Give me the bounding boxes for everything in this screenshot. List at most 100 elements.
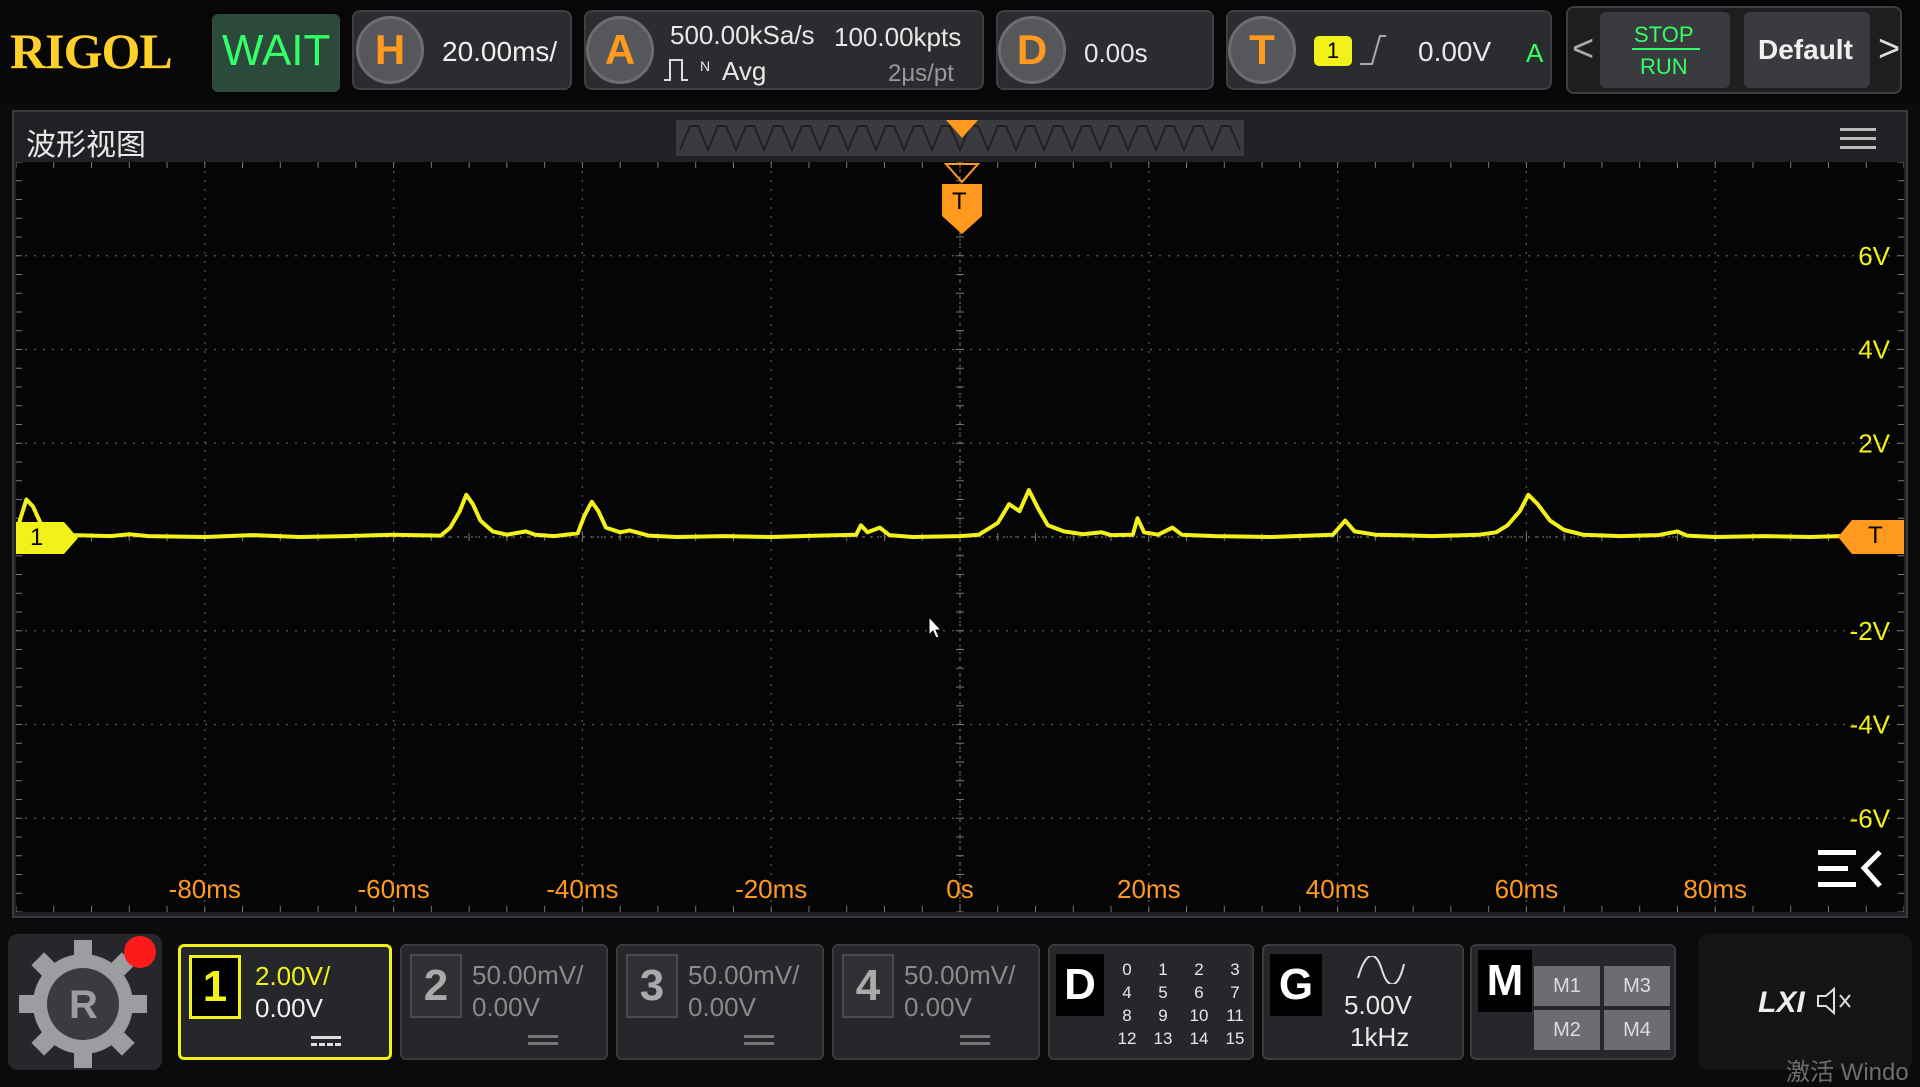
digital-bit-label: 9 xyxy=(1158,1006,1168,1025)
collapse-menu-icon[interactable] xyxy=(1816,846,1886,899)
mouse-cursor-icon xyxy=(928,615,944,645)
digital-badge: D xyxy=(1056,954,1104,1016)
menu-icon[interactable] xyxy=(1840,126,1876,157)
generator-frequency: 1kHz xyxy=(1350,1022,1410,1052)
digital-bit-label: 13 xyxy=(1153,1029,1173,1048)
digital-bit-label: 2 xyxy=(1194,960,1204,979)
generator-badge: G xyxy=(1270,954,1322,1016)
channel-2-scale: 50.00mV/ xyxy=(472,960,584,990)
channel-1-offset: 0.00V xyxy=(255,993,323,1023)
x-tick-label: -40ms xyxy=(546,874,618,904)
channel-4-offset: 0.00V xyxy=(904,992,972,1022)
dc-coupling-icon xyxy=(528,1034,558,1052)
run-label: RUN xyxy=(1640,54,1688,79)
y-tick-label: 6V xyxy=(1858,241,1890,271)
y-tick-label: -6V xyxy=(1850,803,1891,833)
channel-3-box[interactable]: 3 50.00mV/ 0.00V xyxy=(616,944,824,1060)
channel-2-box[interactable]: 2 50.00mV/ 0.00V xyxy=(400,944,608,1060)
x-tick-label: -20ms xyxy=(735,874,807,904)
trigger-badge[interactable]: T xyxy=(1228,16,1296,84)
channel-3-scale: 50.00mV/ xyxy=(688,960,800,990)
memory-depth: 100.00kpts xyxy=(834,22,962,52)
digital-bit-label: 12 xyxy=(1117,1029,1137,1048)
digital-channels-box[interactable]: D 0 1 2 3 4 5 6 7 8 9 10 11 12 13 14 15 xyxy=(1048,944,1254,1060)
channel-4-number: 4 xyxy=(842,954,894,1018)
x-tick-label: -60ms xyxy=(357,874,429,904)
digital-bit-label: 6 xyxy=(1194,983,1204,1002)
rigol-logo: RIGOL xyxy=(10,23,173,79)
channel-1-offset-marker-label: 1 xyxy=(30,524,44,551)
delay-value: 0.00s xyxy=(1084,38,1148,68)
y-tick-label: -2V xyxy=(1850,616,1891,646)
delay-badge[interactable]: D xyxy=(998,16,1066,84)
channel-3-number: 3 xyxy=(626,954,678,1018)
x-tick-label: 0s xyxy=(946,874,973,904)
dc-coupling-icon xyxy=(744,1034,774,1052)
channel-1-scale: 2.00V/ xyxy=(255,961,331,991)
chevron-right-icon[interactable]: > xyxy=(1878,28,1900,71)
digital-bit-label: 7 xyxy=(1230,983,1240,1002)
trigger-source: 1 xyxy=(1314,36,1352,66)
channel-2-number: 2 xyxy=(410,954,462,1018)
chevron-left-icon[interactable]: < xyxy=(1572,28,1594,71)
math-m1-button[interactable]: M1 xyxy=(1534,966,1600,1006)
timebase-value: 20.00ms/ xyxy=(442,36,558,67)
stop-run-divider xyxy=(1632,48,1700,50)
y-tick-label: 2V xyxy=(1858,428,1890,458)
generator-box[interactable]: G 5.00V 1kHz xyxy=(1262,944,1464,1060)
math-box[interactable]: M M1 M3 M2 M4 xyxy=(1470,944,1676,1060)
trigger-level-marker-label: T xyxy=(1868,522,1883,549)
svg-text:R: R xyxy=(69,983,98,1027)
digital-bit-label: 5 xyxy=(1158,983,1168,1002)
waveform-grid[interactable]: 6V 4V 2V -2V -4V -6V -80ms -60ms -40ms -20ms 0s 20m… xyxy=(14,161,1905,913)
top-status-bar: RIGOL WAIT H 20.00ms/ A 500.00kSa/s 100.… xyxy=(0,0,1920,104)
acquire-badge[interactable]: A xyxy=(586,16,654,84)
channel-1-offset-marker[interactable] xyxy=(16,522,80,559)
digital-bit-label: 11 xyxy=(1226,1006,1244,1025)
trigger-position-marker-label: T xyxy=(952,188,967,215)
math-m2-button[interactable]: M2 xyxy=(1534,1010,1600,1050)
x-tick-label: -80ms xyxy=(169,874,241,904)
dc-coupling-icon xyxy=(960,1034,990,1052)
trigger-position-marker[interactable] xyxy=(940,120,984,245)
default-label: Default xyxy=(1758,34,1853,65)
trigger-mode: A xyxy=(1526,38,1544,68)
y-tick-label: 4V xyxy=(1858,335,1890,365)
digital-bit-label: 4 xyxy=(1122,983,1132,1002)
lxi-logo: LXI xyxy=(1758,986,1805,1019)
home-gear-button[interactable]: R xyxy=(8,934,162,1070)
gear-icon: R xyxy=(19,936,156,1068)
generator-amplitude: 5.00V xyxy=(1344,990,1412,1020)
windows-activation-watermark: 激活 Windo xyxy=(1786,1059,1909,1086)
x-tick-label: 40ms xyxy=(1306,874,1370,904)
digital-bit-label: 10 xyxy=(1189,1006,1209,1025)
dc-coupling-icon xyxy=(311,1035,341,1053)
x-tick-label: 80ms xyxy=(1683,874,1747,904)
horizontal-badge[interactable]: H xyxy=(356,16,424,84)
channel-4-scale: 50.00mV/ xyxy=(904,960,1016,990)
channel-2-offset: 0.00V xyxy=(472,992,540,1022)
channel-3-offset: 0.00V xyxy=(688,992,756,1022)
speaker-mute-icon[interactable] xyxy=(1814,986,1854,1021)
math-m4-button[interactable]: M4 xyxy=(1604,1010,1670,1050)
status-area xyxy=(1698,934,1912,1070)
channel-1-box[interactable]: 1 2.00V/ 0.00V xyxy=(178,944,392,1060)
rising-edge-icon xyxy=(1358,32,1388,71)
x-tick-label: 20ms xyxy=(1117,874,1181,904)
acquire-mode-n: N xyxy=(700,58,711,74)
digital-bit-grid: 0 1 2 3 4 5 6 7 8 9 10 11 12 13 14 15 xyxy=(1110,960,1254,1056)
stop-label: STOP xyxy=(1634,22,1694,47)
digital-bit-label: 1 xyxy=(1158,960,1168,979)
math-badge: M xyxy=(1478,950,1532,1012)
digital-bit-label: 8 xyxy=(1122,1006,1132,1025)
acquisition-status-label: WAIT xyxy=(222,26,331,75)
y-tick-label: -4V xyxy=(1850,710,1891,740)
acquire-mode: Avg xyxy=(722,56,767,86)
math-m3-button[interactable]: M3 xyxy=(1604,966,1670,1006)
trigger-level: 0.00V xyxy=(1418,36,1492,67)
channel-4-box[interactable]: 4 50.00mV/ 0.00V xyxy=(832,944,1040,1060)
acquire-mode-icon xyxy=(664,56,700,81)
digital-bit-label: 0 xyxy=(1122,960,1132,979)
x-tick-label: 60ms xyxy=(1495,874,1559,904)
waveform-window-title: 波形视图 xyxy=(26,129,146,162)
